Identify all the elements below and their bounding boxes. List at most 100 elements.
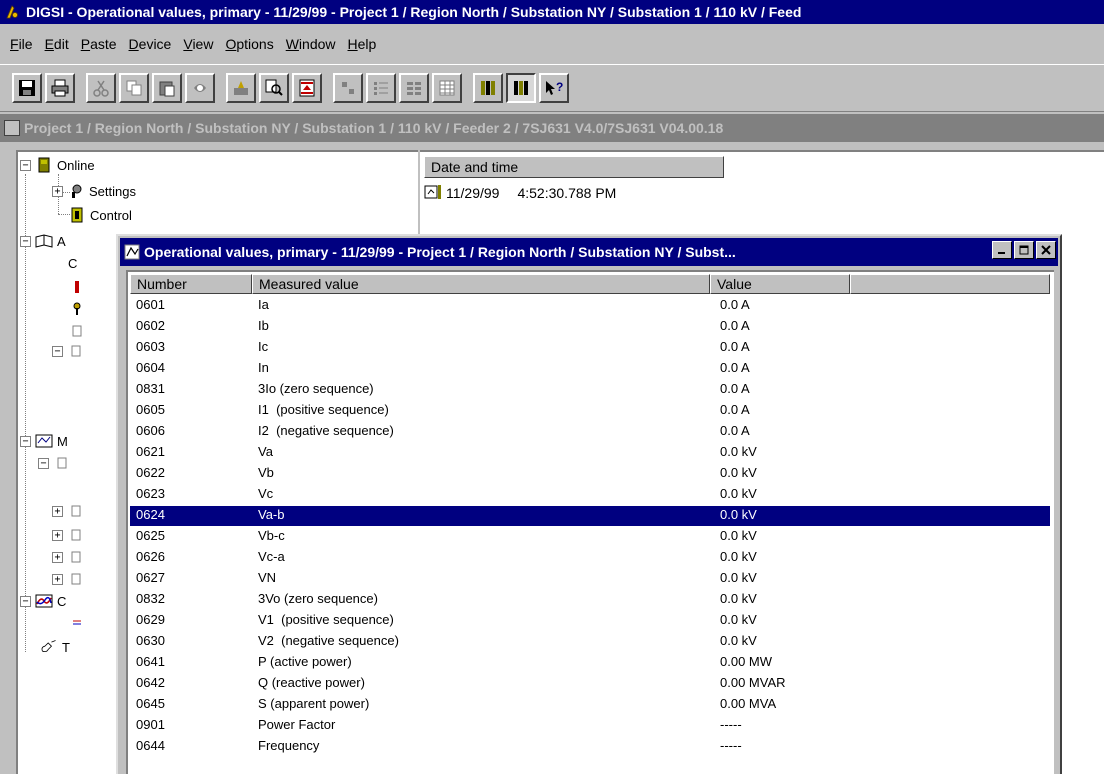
small-icons-button[interactable] bbox=[366, 73, 396, 103]
table-row[interactable]: 0625 Vb-c 0.0 kV bbox=[130, 527, 1050, 547]
paste-button[interactable] bbox=[152, 73, 182, 103]
copy-button[interactable] bbox=[119, 73, 149, 103]
tree-label: Control bbox=[90, 207, 132, 223]
column-header-date-time[interactable]: Date and time bbox=[424, 156, 724, 178]
measured-values-table[interactable]: Number Measured value Value 0601 Ia 0.0 A0… bbox=[126, 270, 1054, 774]
large-icons-button[interactable] bbox=[333, 73, 363, 103]
tree-label: A bbox=[57, 233, 66, 249]
menu-paste[interactable]: Paste bbox=[75, 36, 123, 52]
table-row[interactable]: 0901 Power Factor ----- bbox=[130, 716, 1050, 736]
tree-item-settings[interactable]: + Settings bbox=[52, 180, 136, 202]
collapse-icon[interactable]: − bbox=[20, 595, 31, 607]
book-icon bbox=[35, 232, 53, 250]
table-row[interactable]: 0626 Vc-a 0.0 kV bbox=[130, 548, 1050, 568]
menu-edit[interactable]: Edit bbox=[39, 36, 75, 52]
cell-number: 0645 bbox=[136, 696, 165, 711]
columns-button[interactable] bbox=[473, 73, 503, 103]
tree-item-mv-1[interactable]: + bbox=[52, 500, 89, 522]
menu-view[interactable]: View bbox=[177, 36, 219, 52]
table-row[interactable]: 0831 3Io (zero sequence) 0.0 A bbox=[130, 380, 1050, 400]
table-row[interactable]: 0624 Va-b 0.0 kV bbox=[129, 505, 1051, 527]
cut-button[interactable] bbox=[86, 73, 116, 103]
table-row[interactable]: 0642 Q (reactive power) 0.00 MVAR bbox=[130, 674, 1050, 694]
event-row[interactable]: 11/29/99 4:52:30.788 PM bbox=[424, 182, 616, 204]
table-row[interactable]: 0627 VN 0.0 kV bbox=[130, 569, 1050, 589]
table-row[interactable]: 0630 V2 (negative sequence) 0.0 kV bbox=[130, 632, 1050, 652]
collapse-icon[interactable]: − bbox=[20, 435, 31, 447]
tree-item-mv-2[interactable]: + bbox=[52, 524, 89, 546]
table-row[interactable]: 0605 I1 (positive sequence) 0.0 A bbox=[130, 401, 1050, 421]
child-window-title-bar[interactable]: Project 1 / Region North / Substation NY… bbox=[0, 114, 1104, 142]
collapse-icon[interactable]: − bbox=[52, 345, 63, 357]
tree-item-measurement-sub[interactable]: − bbox=[38, 452, 75, 474]
tree-item-osc-sub[interactable] bbox=[68, 612, 90, 634]
details-button[interactable] bbox=[432, 73, 462, 103]
cell-value: 0.0 A bbox=[720, 423, 750, 438]
filter-button[interactable] bbox=[292, 73, 322, 103]
cell-measured-value: Ia bbox=[258, 297, 269, 312]
tree-item-annunciation[interactable]: − A bbox=[20, 230, 66, 252]
tree-item-measurement[interactable]: − M bbox=[20, 430, 68, 452]
columns-active-button[interactable] bbox=[506, 73, 536, 103]
operational-values-title-bar[interactable]: Operational values, primary - 11/29/99 -… bbox=[120, 238, 1058, 266]
tree-item-online[interactable]: − Online bbox=[20, 154, 95, 176]
table-row[interactable]: 0629 V1 (positive sequence) 0.0 kV bbox=[130, 611, 1050, 631]
tree-item-key[interactable] bbox=[68, 298, 90, 320]
tree-item-alarm[interactable] bbox=[68, 276, 90, 298]
cell-number: 0901 bbox=[136, 717, 165, 732]
menu-device[interactable]: Device bbox=[123, 36, 178, 52]
menu-window[interactable]: Window bbox=[280, 36, 342, 52]
cell-measured-value: 3Vo (zero sequence) bbox=[258, 591, 378, 606]
maximize-button[interactable] bbox=[1014, 241, 1034, 259]
window-controls bbox=[990, 241, 1056, 259]
tree-item-control[interactable]: Control bbox=[68, 204, 132, 226]
menu-help[interactable]: Help bbox=[342, 36, 383, 52]
device-button[interactable] bbox=[226, 73, 256, 103]
app-title-bar[interactable]: DIGSI - Operational values, primary - 11… bbox=[0, 0, 1104, 24]
table-row[interactable]: 0602 Ib 0.0 A bbox=[130, 317, 1050, 337]
close-button[interactable] bbox=[1036, 241, 1056, 259]
save-button[interactable] bbox=[12, 73, 42, 103]
table-row[interactable]: 0621 Va 0.0 kV bbox=[130, 443, 1050, 463]
properties-button[interactable] bbox=[185, 73, 215, 103]
tree-item-record[interactable] bbox=[68, 320, 90, 342]
collapse-icon[interactable]: − bbox=[38, 457, 49, 469]
tree-item-sub-c[interactable]: C bbox=[68, 252, 77, 274]
column-header-number[interactable]: Number bbox=[130, 274, 252, 294]
menu-file[interactable]: File bbox=[4, 36, 39, 52]
tree-item-sub-group[interactable]: − bbox=[52, 340, 89, 362]
expand-icon[interactable]: + bbox=[52, 551, 63, 563]
tree-item-mv-3[interactable]: + bbox=[52, 546, 89, 568]
expand-icon[interactable]: + bbox=[52, 573, 63, 585]
table-row[interactable]: 0641 P (active power) 0.00 MW bbox=[130, 653, 1050, 673]
cell-measured-value: V2 (negative sequence) bbox=[258, 633, 399, 648]
table-row[interactable]: 0601 Ia 0.0 A bbox=[130, 296, 1050, 316]
list-button[interactable] bbox=[399, 73, 429, 103]
table-row[interactable]: 0622 Vb 0.0 kV bbox=[130, 464, 1050, 484]
table-row[interactable]: 0606 I2 (negative sequence) 0.0 A bbox=[130, 422, 1050, 442]
print-button[interactable] bbox=[45, 73, 75, 103]
collapse-icon[interactable]: − bbox=[20, 159, 31, 171]
expand-icon[interactable]: + bbox=[52, 529, 63, 541]
expand-icon[interactable]: + bbox=[52, 505, 63, 517]
collapse-icon[interactable]: − bbox=[20, 235, 31, 247]
table-row[interactable]: 0604 In 0.0 A bbox=[130, 359, 1050, 379]
column-header-measured-value[interactable]: Measured value bbox=[252, 274, 710, 294]
table-row[interactable]: 0623 Vc 0.0 kV bbox=[130, 485, 1050, 505]
waveform-icon bbox=[35, 592, 53, 610]
tree-item-oscillographic[interactable]: − C bbox=[20, 590, 66, 612]
column-header-value[interactable]: Value bbox=[710, 274, 850, 294]
operational-values-window[interactable]: Operational values, primary - 11/29/99 -… bbox=[116, 234, 1062, 774]
context-help-button[interactable]: ? bbox=[539, 73, 569, 103]
tree-item-test[interactable]: T bbox=[40, 636, 70, 658]
cell-value: 0.00 MVAR bbox=[720, 675, 786, 690]
table-row[interactable]: 0832 3Vo (zero sequence) 0.0 kV bbox=[130, 590, 1050, 610]
table-row[interactable]: 0603 Ic 0.0 A bbox=[130, 338, 1050, 358]
table-row[interactable]: 0645 S (apparent power) 0.00 MVA bbox=[130, 695, 1050, 715]
table-row[interactable]: 0644 Frequency ----- bbox=[130, 737, 1050, 757]
expand-icon[interactable]: + bbox=[52, 185, 63, 197]
find-button[interactable] bbox=[259, 73, 289, 103]
minimize-button[interactable] bbox=[992, 241, 1012, 259]
menu-options[interactable]: Options bbox=[219, 36, 279, 52]
tree-item-mv-4[interactable]: + bbox=[52, 568, 89, 590]
